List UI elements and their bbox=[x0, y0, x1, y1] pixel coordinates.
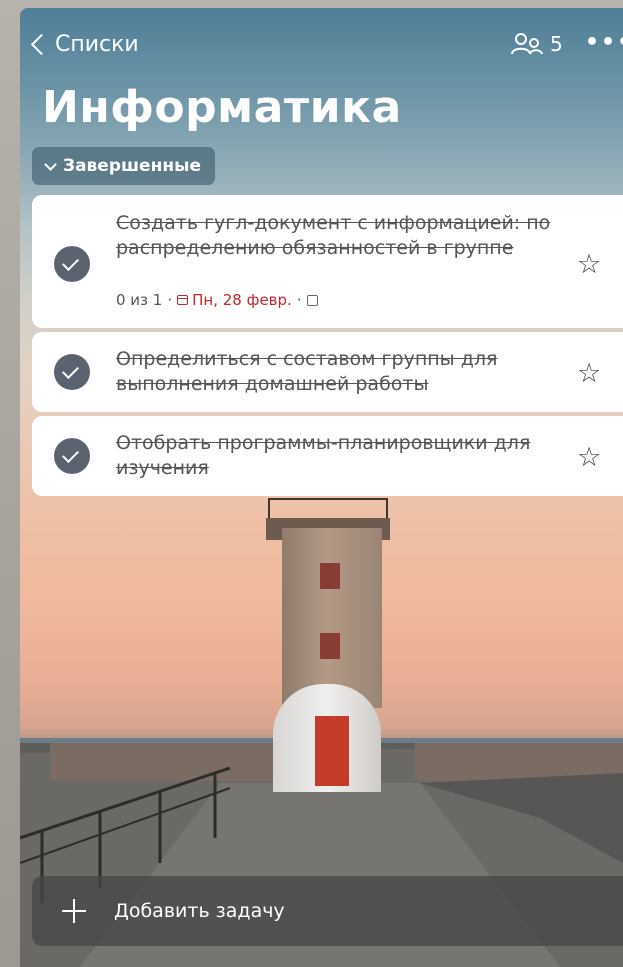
add-task-label: Добавить задачу bbox=[114, 900, 285, 922]
lighthouse-tower bbox=[282, 528, 382, 708]
task-title: Создать гугл-документ с информацией: по … bbox=[116, 212, 551, 259]
top-bar: Списки 5 ••• bbox=[20, 30, 623, 62]
app-screen: Списки 5 ••• Информатика Завершенные Соз… bbox=[20, 8, 623, 967]
back-label: Списки bbox=[55, 32, 139, 57]
lighthouse-railing bbox=[268, 498, 388, 520]
check-circle-icon[interactable] bbox=[54, 354, 90, 390]
star-icon[interactable]: ☆ bbox=[577, 444, 601, 471]
task-meta: 0 из 1 · Пн, 28 февр. · bbox=[116, 291, 318, 309]
task-steps: 0 из 1 bbox=[116, 291, 163, 309]
meta-separator: · bbox=[167, 291, 173, 309]
chevron-left-icon bbox=[30, 33, 53, 56]
star-icon[interactable]: ☆ bbox=[577, 360, 601, 387]
task-title: Отобрать программы-планировщики для изуч… bbox=[116, 432, 531, 479]
chevron-down-icon bbox=[44, 157, 57, 171]
list-title: Информатика bbox=[42, 82, 402, 133]
check-circle-icon[interactable] bbox=[54, 246, 90, 282]
back-button[interactable]: Списки bbox=[30, 32, 139, 57]
check-circle-icon[interactable] bbox=[54, 438, 90, 474]
plus-icon bbox=[62, 899, 86, 923]
add-task-button[interactable]: Добавить задачу bbox=[32, 876, 623, 946]
shared-count: 5 bbox=[550, 32, 563, 56]
lighthouse-window bbox=[320, 633, 340, 659]
lighthouse-door bbox=[315, 716, 349, 786]
completed-section-label: Завершенные bbox=[63, 156, 201, 176]
star-icon[interactable]: ☆ bbox=[577, 251, 601, 278]
task-due-date: Пн, 28 февр. bbox=[177, 291, 292, 309]
note-icon bbox=[306, 294, 318, 306]
completed-section-toggle[interactable]: Завершенные bbox=[32, 147, 215, 185]
task-due-label: Пн, 28 февр. bbox=[192, 291, 292, 309]
task-title: Определиться с составом группы для выпол… bbox=[116, 348, 498, 395]
share-button[interactable]: 5 bbox=[510, 32, 563, 56]
people-icon bbox=[511, 33, 543, 55]
task-item[interactable]: Отобрать программы-планировщики для изуч… bbox=[32, 416, 623, 496]
lighthouse-window bbox=[320, 563, 340, 589]
meta-separator: · bbox=[296, 291, 302, 309]
task-item[interactable]: Определиться с составом группы для выпол… bbox=[32, 332, 623, 412]
task-item[interactable]: Создать гугл-документ с информацией: по … bbox=[32, 195, 623, 328]
more-icon[interactable]: ••• bbox=[585, 30, 623, 55]
calendar-icon bbox=[177, 295, 189, 305]
